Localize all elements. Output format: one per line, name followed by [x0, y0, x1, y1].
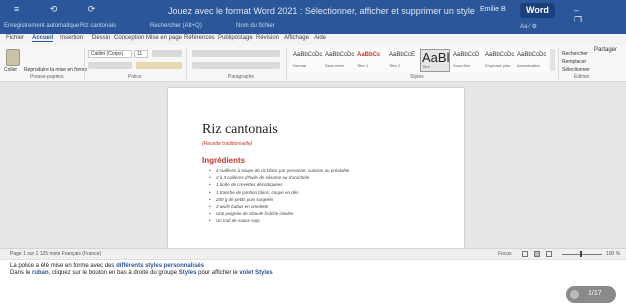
editing-group: Rechercher Remplacer Sélectionner: [562, 50, 590, 74]
read-mode-icon[interactable]: [522, 251, 528, 257]
ribbon: Coller Reproduire la mise en forme Calib…: [0, 45, 626, 82]
list-item[interactable]: Une poignée de ciboule fraîche ciselée: [216, 210, 426, 217]
heading-ingredients[interactable]: Ingrédients: [202, 156, 245, 165]
search-box[interactable]: Rechercher (Alt+Q): [150, 23, 202, 29]
list-item[interactable]: 200 g de petits pois surgelés: [216, 196, 426, 203]
document-page[interactable]: Riz cantonais (Recette traditionnelle) I…: [168, 88, 464, 248]
paste-icon[interactable]: [6, 49, 20, 66]
list-indent-icons[interactable]: [192, 50, 280, 57]
styles-more-icon[interactable]: [550, 49, 555, 71]
tab-mise-en-page[interactable]: Mise en page: [146, 35, 182, 41]
user-name[interactable]: Emilie B: [480, 6, 506, 13]
style-subtle-emphasis[interactable]: AaBbCcDc Emphase pâle: [484, 49, 514, 72]
paste-label[interactable]: Coller: [4, 67, 17, 73]
ribbon-tabs: Fichier Accueil Insertion Dessin Concept…: [0, 34, 626, 45]
tutorial-caption: La police a été mise en forme avec des d…: [0, 259, 626, 306]
replace-button[interactable]: Remplacer: [562, 58, 590, 66]
status-bar: Page 1 sur 1 125 mots Français (France) …: [0, 248, 626, 259]
tab-aide[interactable]: Aide: [314, 35, 326, 41]
list-item[interactable]: 1 boîte de crevettes décortiquées: [216, 181, 426, 188]
caption-line-1: La police a été mise en forme avec des d…: [10, 263, 205, 269]
style-title[interactable]: AaBl Titre: [420, 49, 450, 72]
zoom-slider-thumb[interactable]: [580, 251, 582, 257]
word-window: ≡ ⟲ ⟳ Jouez avec le format Word 2021 : S…: [0, 0, 626, 306]
tab-conception[interactable]: Conception: [114, 35, 144, 41]
quick-access-toolbar[interactable]: ≡ ⟲ ⟳: [14, 4, 109, 15]
document-area: Riz cantonais (Recette traditionnelle) I…: [0, 82, 626, 248]
web-layout-icon[interactable]: [546, 251, 552, 257]
font-grow-shrink-icons[interactable]: [152, 50, 182, 57]
title-bar: ≡ ⟲ ⟳ Jouez avec le format Word 2021 : S…: [0, 0, 626, 36]
font-size-select[interactable]: 11: [134, 50, 148, 58]
font-name-select[interactable]: Calibri (Corps): [88, 50, 132, 58]
tab-publipostage[interactable]: Publipostage: [218, 35, 253, 41]
caption-line-2: Dans le ruban, cliquez sur le bouton en …: [10, 270, 273, 276]
find-button[interactable]: Rechercher: [562, 50, 590, 58]
list-item[interactable]: 3 œufs battus en omelette: [216, 203, 426, 210]
file-name-field[interactable]: Nom du fichier: [236, 23, 275, 29]
list-item[interactable]: 2 à 3 cuillères d'huile de sésame ou d'a…: [216, 174, 426, 181]
top-strip: Enregistrement automatique Riz cantonais…: [0, 22, 626, 34]
group-label-clipboard: Presse-papiers: [30, 74, 64, 80]
tab-fichier[interactable]: Fichier: [6, 35, 24, 41]
divider: [286, 48, 287, 80]
style-normal[interactable]: AaBbCcDc Normal: [292, 49, 322, 72]
tab-dessin[interactable]: Dessin: [92, 35, 110, 41]
divider: [84, 48, 85, 80]
list-item[interactable]: Un trait de sauce soja: [216, 217, 426, 224]
share-button[interactable]: Partager: [594, 47, 617, 53]
group-label-editing: Édition: [574, 74, 590, 80]
autosave-toggle[interactable]: Enregistrement automatique: [4, 23, 79, 29]
tab-references[interactable]: Références: [184, 35, 215, 41]
focus-button[interactable]: Focus: [498, 251, 512, 257]
divider: [186, 48, 187, 80]
styles-gallery: AaBbCcDc Normal AaBbCcDc Sans interl. Aa…: [290, 48, 548, 73]
window-title: Jouez avec le format Word 2021 : Sélecti…: [168, 6, 475, 16]
divider: [558, 48, 559, 80]
ingredients-list: 4 cuillères à soupe de riz blanc par per…: [216, 167, 426, 225]
style-subtitle[interactable]: AaBbCcD Sous-titre: [452, 49, 482, 72]
group-label-paragraph: Paragraphe: [228, 74, 255, 80]
zoom-slider[interactable]: [562, 254, 602, 255]
slide-pager[interactable]: 1/17: [566, 286, 616, 303]
group-label-styles[interactable]: Styles: [410, 74, 424, 80]
highlight-fontcolor-icons[interactable]: [136, 62, 182, 69]
print-layout-icon[interactable]: [534, 251, 540, 257]
pager-count: 1/17: [588, 290, 602, 297]
select-button[interactable]: Sélectionner: [562, 66, 590, 74]
doc-subtitle[interactable]: (Recette traditionnelle): [202, 141, 252, 147]
style-no-spacing[interactable]: AaBbCcDc Sans interl.: [324, 49, 354, 72]
status-page-info[interactable]: Page 1 sur 1 125 mots Français (France): [10, 251, 101, 257]
group-label-font: Police: [128, 74, 142, 80]
doc-title[interactable]: Riz cantonais: [202, 122, 278, 138]
style-emphasis[interactable]: AaBbCcDc Accentuation: [516, 49, 546, 72]
tab-affichage[interactable]: Affichage: [284, 35, 309, 41]
format-painter[interactable]: Reproduire la mise en forme: [24, 67, 87, 73]
word-app-badge: Word: [520, 3, 555, 18]
list-item[interactable]: 1 tranche de jambon blanc, coupé en dés: [216, 189, 426, 196]
alignment-icons[interactable]: [192, 62, 280, 69]
tab-insertion[interactable]: Insertion: [60, 35, 83, 41]
document-name[interactable]: Riz cantonais: [80, 23, 116, 29]
play-icon[interactable]: [570, 290, 579, 299]
tab-revision[interactable]: Révision: [256, 35, 279, 41]
style-heading-2[interactable]: AaBbCcE Titre 2: [388, 49, 418, 72]
zoom-level[interactable]: 100 %: [606, 251, 620, 257]
tab-accueil[interactable]: Accueil: [32, 35, 54, 42]
strip-right-icons[interactable]: Aa ⁄ ⚙: [520, 23, 537, 30]
list-item[interactable]: 4 cuillères à soupe de riz blanc par per…: [216, 167, 426, 174]
style-heading-1[interactable]: AaBbCc Titre 1: [356, 49, 386, 72]
bold-italic-underline-icons[interactable]: [88, 62, 132, 69]
